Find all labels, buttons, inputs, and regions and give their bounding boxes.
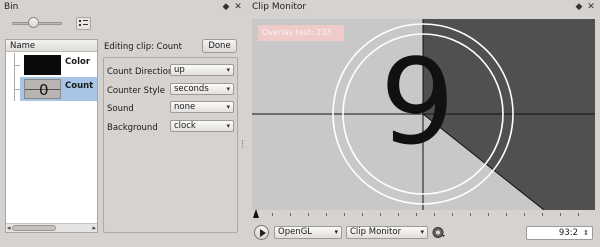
float-icon[interactable]: ◆	[221, 2, 231, 12]
countdown-digit: 9	[380, 33, 456, 171]
list-item-count-selected[interactable]: 0 Count	[20, 77, 97, 101]
list-item-color[interactable]: Color	[20, 53, 97, 77]
scrollbar-thumb[interactable]	[12, 225, 56, 231]
clip-monitor-title: Clip Monitor	[252, 2, 307, 12]
slider-thumb[interactable]	[28, 17, 39, 28]
chevron-down-icon: ▾	[226, 85, 230, 93]
clip-monitor-view[interactable]: 9 Overlay test: 233	[252, 19, 595, 210]
float-icon[interactable]: ◆	[574, 2, 584, 12]
play-button[interactable]	[254, 225, 269, 240]
splitter-handle[interactable]	[242, 140, 245, 148]
scroll-right-icon[interactable]: ▸	[92, 224, 96, 232]
counter-style-label: Counter Style	[107, 86, 166, 96]
clip-thumbnail	[24, 55, 61, 75]
timeline-ruler[interactable]	[252, 210, 595, 220]
chevron-down-icon: ▾	[226, 122, 230, 130]
chevron-down-icon: ▾	[226, 66, 230, 74]
overlay-test-label: Overlay test: 233	[258, 25, 344, 41]
list-view-icon	[79, 20, 88, 26]
play-icon	[260, 229, 266, 237]
gear-icon[interactable]	[432, 226, 446, 239]
bin-tree[interactable]: Name Color 0 Count ◂ ▸	[5, 39, 98, 233]
count-direction-label: Count Direction	[107, 67, 174, 77]
horizontal-scrollbar[interactable]: ◂ ▸	[6, 223, 97, 232]
spin-arrows-icon[interactable]: ⇕	[583, 227, 589, 239]
counter-style-select[interactable]: seconds ▾	[170, 83, 234, 95]
background-label: Background	[107, 123, 158, 133]
clip-label: Count	[65, 81, 94, 91]
background-select[interactable]: clock ▾	[170, 120, 234, 132]
sound-select[interactable]: none ▾	[170, 101, 234, 113]
timecode-field[interactable]: 93:2 ⇕	[526, 226, 593, 240]
playhead-marker[interactable]	[253, 209, 259, 218]
thumbnail-digit: 0	[39, 81, 49, 99]
column-header-name[interactable]: Name	[6, 40, 97, 52]
clip-thumbnail: 0	[24, 79, 61, 99]
editing-clip-title: Editing clip: Count	[104, 42, 182, 52]
scroll-left-icon[interactable]: ◂	[7, 224, 11, 232]
count-direction-select[interactable]: up ▾	[170, 64, 234, 76]
renderer-select[interactable]: OpenGL ▾	[274, 226, 342, 239]
tree-branch-line	[14, 53, 15, 101]
chevron-down-icon: ▾	[226, 103, 230, 111]
clip-label: Color	[65, 57, 91, 67]
sound-label: Sound	[107, 104, 134, 114]
monitor-select[interactable]: Clip Monitor ▾	[346, 226, 428, 239]
view-mode-button[interactable]	[76, 17, 91, 30]
close-icon[interactable]: ✕	[233, 2, 243, 12]
close-icon[interactable]: ✕	[586, 2, 596, 12]
chevron-down-icon: ▾	[334, 228, 338, 236]
bin-title: Bin	[4, 2, 19, 12]
chevron-down-icon: ▾	[420, 228, 424, 236]
done-button[interactable]: Done	[202, 39, 237, 53]
